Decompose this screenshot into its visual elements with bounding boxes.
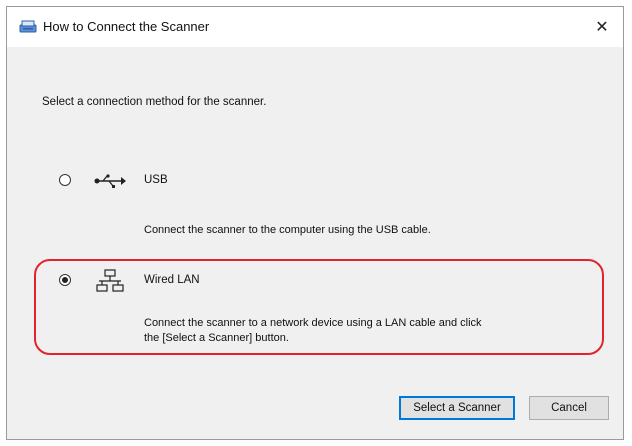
wired-lan-description-line1: Connect the scanner to a network device …	[144, 317, 482, 329]
scanner-app-icon	[19, 20, 37, 33]
usb-icon	[94, 174, 126, 188]
wired-lan-radio[interactable]	[59, 274, 71, 286]
wired-lan-label: Wired LAN	[144, 274, 200, 286]
close-button[interactable]: ✕	[587, 13, 617, 41]
window-title: How to Connect the Scanner	[43, 19, 210, 34]
usb-label: USB	[144, 174, 168, 186]
usb-description: Connect the scanner to the computer usin…	[144, 224, 431, 236]
title-bar: How to Connect the Scanner ✕	[7, 7, 623, 47]
usb-radio[interactable]	[59, 174, 71, 186]
select-scanner-button[interactable]: Select a Scanner	[399, 396, 515, 420]
close-icon: ✕	[595, 19, 609, 36]
cancel-button[interactable]: Cancel	[529, 396, 609, 420]
instruction-text: Select a connection method for the scann…	[42, 96, 267, 108]
dialog-window: How to Connect the Scanner ✕ Select a co…	[6, 6, 624, 440]
network-icon	[96, 269, 124, 292]
wired-lan-description-line2: the [Select a Scanner] button.	[144, 332, 289, 344]
